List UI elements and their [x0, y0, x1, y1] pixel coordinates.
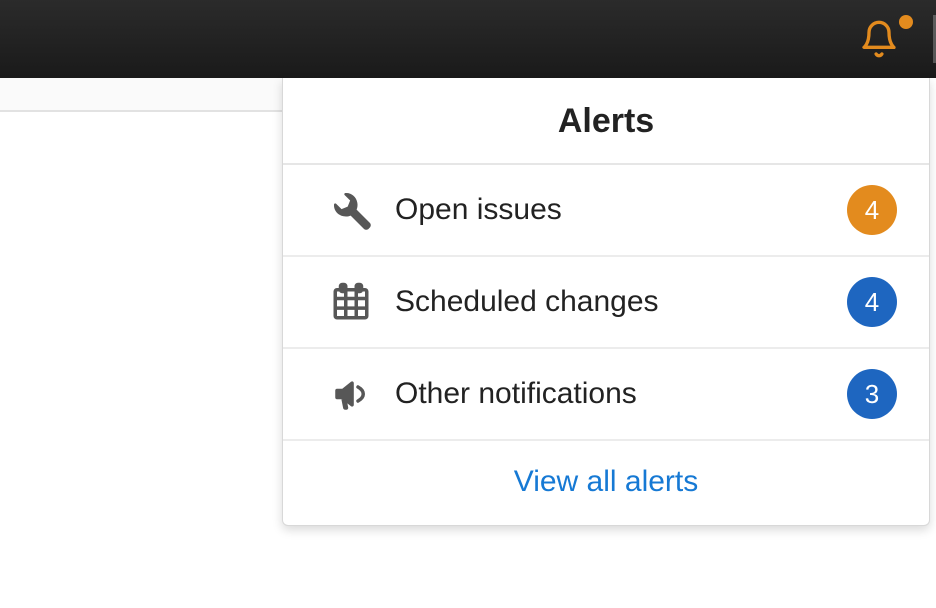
view-all-alerts-link[interactable]: View all alerts	[514, 465, 699, 498]
alerts-row-scheduled-changes[interactable]: Scheduled changes 4	[283, 257, 929, 349]
count-badge: 3	[847, 369, 897, 419]
alerts-row-label: Scheduled changes	[379, 285, 847, 319]
top-nav-bar	[0, 0, 936, 78]
alerts-panel-title: Alerts	[283, 78, 929, 165]
count-badge: 4	[847, 185, 897, 235]
alerts-row-open-issues[interactable]: Open issues 4	[283, 165, 929, 257]
calendar-icon	[323, 281, 379, 323]
subheader-strip	[0, 78, 282, 112]
bell-icon	[859, 19, 899, 59]
notification-indicator-dot	[899, 15, 913, 29]
alerts-dropdown-panel: Alerts Open issues 4 Scheduled changes 4	[282, 78, 930, 526]
alerts-row-label: Other notifications	[379, 377, 847, 411]
megaphone-icon	[323, 373, 379, 415]
count-badge: 4	[847, 277, 897, 327]
alerts-row-other-notifications[interactable]: Other notifications 3	[283, 349, 929, 441]
wrench-icon	[323, 189, 379, 231]
alerts-panel-footer: View all alerts	[283, 441, 929, 525]
alerts-row-label: Open issues	[379, 193, 847, 227]
notifications-bell-button[interactable]	[859, 19, 899, 59]
